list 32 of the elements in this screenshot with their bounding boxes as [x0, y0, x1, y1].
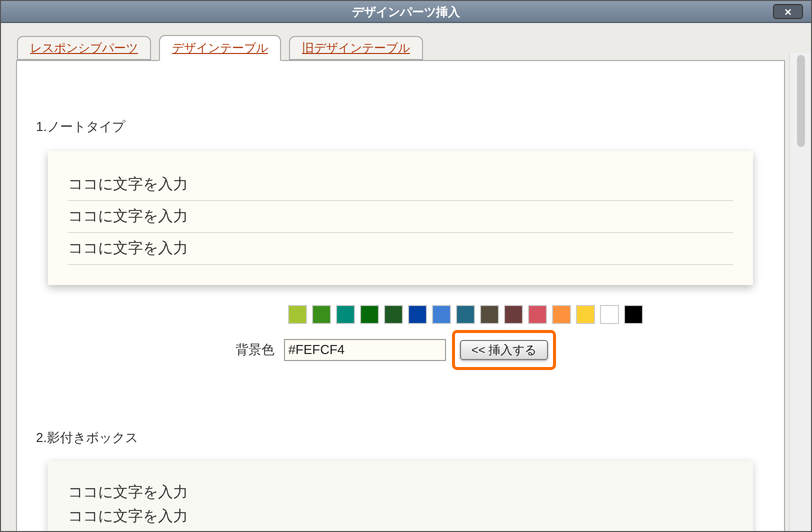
insert-button[interactable]: << 挿入する: [460, 340, 548, 360]
placeholder-text: ココに文字を入力: [68, 232, 733, 264]
color-swatch[interactable]: [288, 304, 307, 324]
color-swatch[interactable]: [336, 304, 355, 324]
color-swatch[interactable]: [480, 304, 499, 324]
color-swatch[interactable]: [384, 304, 403, 324]
color-swatch[interactable]: [360, 304, 379, 324]
placeholder-text: ココに文字を入力: [68, 168, 733, 200]
color-swatch[interactable]: [312, 304, 331, 324]
color-swatch[interactable]: [456, 304, 475, 324]
color-swatch[interactable]: [624, 304, 643, 324]
scrollbar[interactable]: [789, 53, 811, 531]
placeholder-text: ココに文字を入力: [68, 483, 189, 503]
tab[interactable]: デザインテーブル: [159, 35, 281, 61]
color-swatch[interactable]: [408, 304, 427, 324]
section-heading: 2.影付きボックス: [36, 428, 138, 446]
color-swatch[interactable]: [504, 304, 523, 324]
color-swatch[interactable]: [600, 304, 619, 324]
field-label: 背景色: [235, 340, 274, 359]
color-swatch[interactable]: [576, 304, 595, 324]
placeholder-text: ココに文字を入力: [68, 507, 189, 527]
placeholder-text: ココに文字を入力: [68, 200, 733, 232]
section-heading: 1.ノートタイプ: [36, 118, 125, 136]
color-swatch[interactable]: [528, 304, 547, 324]
tab[interactable]: レスポンシブパーツ: [17, 36, 151, 60]
close-button[interactable]: ×: [773, 4, 803, 19]
scrollbar-thumb[interactable]: [796, 55, 804, 147]
color-swatch[interactable]: [432, 304, 451, 324]
window-title: デザインパーツ挿入: [352, 4, 460, 20]
color-swatch[interactable]: [552, 304, 571, 324]
tab[interactable]: 旧デザインテーブル: [289, 36, 423, 60]
color-input[interactable]: #FEFCF4: [284, 338, 446, 360]
